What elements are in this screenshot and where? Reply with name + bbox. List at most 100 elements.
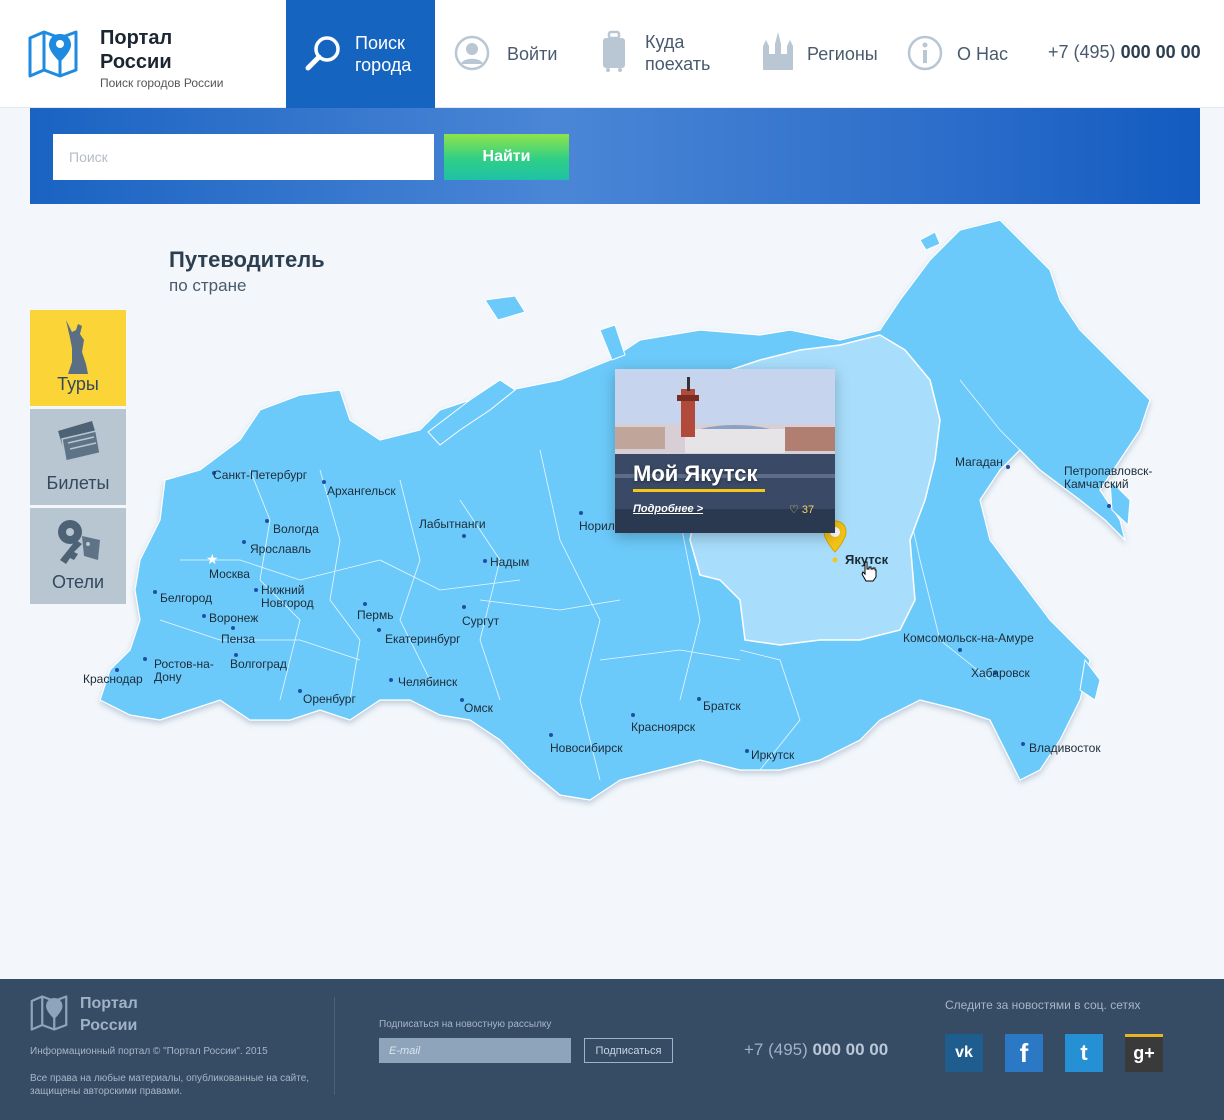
phone-number: 000 00 00 — [812, 1040, 889, 1059]
phone-number: 000 00 00 — [1120, 42, 1201, 62]
search-band: Найти — [30, 108, 1200, 204]
city-dot — [322, 480, 326, 484]
twitter-icon[interactable]: t — [1065, 1034, 1103, 1072]
card-likes[interactable]: ♡ 37 — [789, 503, 814, 516]
city-label[interactable]: Норильск — [579, 520, 615, 533]
footer-phone[interactable]: +7 (495) 000 00 00 — [744, 1040, 888, 1060]
city-label[interactable]: Оренбург — [303, 693, 356, 706]
city-label[interactable]: Пенза — [221, 633, 255, 646]
city-label[interactable]: Омск — [464, 702, 493, 715]
nav-label: Поиск города — [355, 33, 412, 75]
city-label[interactable]: Санкт-Петербург — [213, 469, 307, 482]
city-label[interactable]: Братск — [703, 700, 741, 713]
side-tile-label: Отели — [51, 572, 104, 592]
city-label[interactable]: Магадан — [955, 456, 1003, 469]
city-label[interactable]: Краснодар — [83, 673, 143, 686]
city-label[interactable]: Хабаровск — [971, 667, 1030, 680]
footer-copyright: Информационный портал © "Портал России".… — [30, 1046, 268, 1057]
city-label[interactable]: Пермь — [357, 609, 393, 622]
city-label[interactable]: Нижний Новгород — [261, 584, 331, 610]
nav-where-to-go[interactable]: Куда поехать — [598, 0, 718, 108]
city-label[interactable]: Ростов-на-Дону — [154, 658, 214, 684]
city-dot — [254, 588, 258, 592]
nav-search-city[interactable]: Поиск города — [286, 0, 435, 108]
city-card[interactable]: Мой Якутск Подробнее > ♡ 37 — [615, 369, 835, 533]
google-plus-icon[interactable]: g+ — [1125, 1034, 1163, 1072]
phone-prefix: +7 (495) — [1048, 42, 1116, 62]
key-icon — [58, 520, 100, 564]
city-dot — [579, 511, 583, 515]
phone-prefix: +7 (495) — [744, 1040, 808, 1059]
city-dot — [549, 733, 553, 737]
nav-login[interactable]: Войти — [450, 0, 570, 108]
city-dot — [143, 657, 147, 661]
search-button[interactable]: Найти — [444, 134, 569, 180]
card-underline — [633, 489, 765, 492]
logo[interactable]: Портал России Поиск городов России — [28, 26, 288, 96]
city-label[interactable]: Воронеж — [209, 612, 258, 625]
city-label[interactable]: Челябинск — [398, 676, 457, 689]
city-dot — [462, 605, 466, 609]
side-tile-hotels[interactable]: Отели — [30, 508, 126, 604]
city-label[interactable]: Белгород — [160, 592, 212, 605]
city-label[interactable]: Новосибирск — [550, 742, 622, 755]
subscribe-button[interactable]: Подписаться — [584, 1038, 673, 1063]
guide-subtitle: по стране — [169, 276, 247, 295]
side-tile-tickets[interactable]: Билеты — [30, 409, 126, 505]
city-label[interactable]: Архангельск — [327, 485, 396, 498]
footer: Портал России Информационный портал © "П… — [0, 979, 1224, 1120]
city-label[interactable]: Сургут — [462, 615, 499, 628]
nav-label: Войти — [507, 44, 558, 64]
facebook-icon[interactable]: f — [1005, 1034, 1043, 1072]
side-tile-label: Туры — [57, 374, 99, 394]
city-label[interactable]: Лабытнанги — [419, 518, 486, 531]
city-label[interactable]: Ярославль — [250, 543, 311, 556]
city-label[interactable]: Петропавловск-Камчатский — [1064, 465, 1164, 491]
logo-subtitle: Поиск городов России — [100, 76, 224, 90]
side-tile-label: Билеты — [46, 473, 110, 493]
search-icon — [305, 36, 340, 71]
google-plus-icon-glyph: g+ — [1133, 1043, 1155, 1063]
city-label[interactable]: Вологда — [273, 523, 319, 536]
card-more-link[interactable]: Подробнее > — [633, 503, 703, 515]
nav-label: Куда поехать — [645, 32, 711, 74]
city-dot — [745, 749, 749, 753]
header-phone[interactable]: +7 (495) 000 00 00 — [1048, 42, 1201, 63]
city-label[interactable]: Волгоград — [230, 658, 287, 671]
vk-icon[interactable]: vk — [945, 1034, 983, 1072]
city-label[interactable]: Иркутск — [751, 749, 794, 762]
capital-star-icon: ★ — [206, 551, 219, 567]
nav-regions[interactable]: Регионы — [755, 0, 885, 108]
city-dot — [242, 540, 246, 544]
nav-about[interactable]: О Нас — [906, 0, 1016, 108]
card-title: Мой Якутск — [633, 461, 758, 486]
city-dot — [298, 689, 302, 693]
newsletter-email-input[interactable] — [379, 1038, 571, 1063]
header: Портал России Поиск городов России Поиск… — [0, 0, 1224, 108]
nav-label: Регионы — [807, 44, 878, 64]
city-label[interactable]: Красноярск — [631, 721, 695, 734]
side-tile-tours[interactable]: Туры — [30, 310, 126, 406]
search-input[interactable] — [53, 134, 434, 180]
nav-label: О Нас — [957, 44, 1009, 64]
city-label[interactable]: Владивосток — [1029, 742, 1101, 755]
monument-icon — [66, 320, 88, 374]
city-label[interactable]: Надым — [490, 556, 529, 569]
city-dot — [202, 614, 206, 618]
suitcase-icon — [603, 30, 625, 72]
kremlin-icon — [763, 32, 793, 70]
city-dot — [1107, 504, 1111, 508]
footer-rights: Все права на любые материалы, опубликова… — [30, 1073, 310, 1097]
city-dot — [363, 602, 367, 606]
city-label[interactable]: Москва — [209, 568, 250, 581]
social-label: Следите за новостями в соц. сетях — [945, 998, 1141, 1012]
vk-icon-glyph: vk — [955, 1044, 973, 1061]
map-pin-logo-icon — [28, 30, 78, 78]
city-label[interactable]: Екатеринбург — [385, 633, 461, 646]
city-label[interactable]: Комсомольск-на-Амуре — [903, 632, 1034, 645]
user-icon — [454, 35, 490, 71]
info-icon — [907, 35, 943, 71]
city-dot — [483, 559, 487, 563]
logo-title: Портал России — [100, 27, 173, 73]
city-dot — [1021, 742, 1025, 746]
